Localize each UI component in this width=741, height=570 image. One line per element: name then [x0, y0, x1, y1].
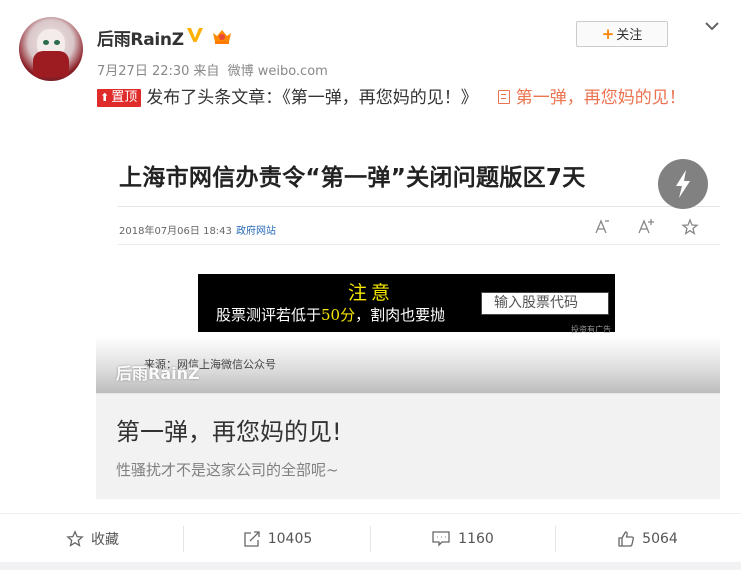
vip-crown-icon — [213, 30, 231, 44]
repost-count: 10405 — [267, 530, 313, 547]
avatar-scarf — [33, 51, 69, 77]
follow-button[interactable]: + 关注 — [576, 21, 668, 47]
avatar[interactable] — [19, 17, 83, 81]
chevron-down-icon[interactable] — [702, 16, 722, 36]
plus-icon: + — [601, 25, 615, 43]
ad-stock-code-input: 输入股票代码 — [481, 292, 609, 315]
flash-button — [658, 159, 708, 209]
comment-count: 1160 — [458, 530, 494, 547]
favorite-button[interactable]: 收藏 — [0, 514, 185, 563]
action-bar: 收藏 10405 1160 5064 — [0, 513, 741, 562]
favorite-label: 收藏 — [91, 531, 119, 548]
watermark: 后雨RainZ — [116, 364, 200, 383]
lightning-icon — [676, 170, 690, 198]
font-decrease-icon — [595, 219, 609, 234]
ad-disclaimer: 投资有广告 — [571, 325, 611, 334]
article-link[interactable]: 第一弹，再您妈的见！ — [516, 88, 686, 108]
divider — [183, 526, 184, 552]
user-name[interactable]: 后雨RainZ — [97, 25, 184, 50]
post-from-label: 来自 — [193, 64, 220, 79]
cover-headline: 上海市网信办责令“第一弹”关闭问题版区7天 — [119, 165, 586, 191]
star-icon — [66, 529, 84, 547]
thumbs-up-icon — [618, 530, 635, 547]
like-count: 5064 — [642, 530, 678, 547]
post-meta: 7月27日 22:30 来自 微博 weibo.com — [97, 60, 332, 79]
avatar-eye-left — [43, 40, 49, 45]
cover-date: 2018年07月06日 18:43 — [119, 226, 232, 237]
ad-text-after: ，割肉也要抛 — [355, 306, 446, 324]
ad-headline: 注意 — [348, 282, 395, 304]
comment-button[interactable]: 1160 — [370, 514, 555, 563]
cover-divider — [118, 206, 720, 207]
pinned-badge: ⬆ 置顶 — [97, 89, 142, 107]
star-icon — [681, 218, 699, 235]
share-icon — [244, 530, 260, 547]
pin-label: 置顶 — [111, 90, 138, 105]
feed-separator — [0, 562, 741, 570]
follow-label: 关注 — [616, 28, 643, 43]
cover-divider-2 — [118, 244, 720, 245]
post-body: 发布了头条文章：《第一弹，再您妈的见！》 — [146, 88, 478, 108]
comment-icon — [432, 530, 450, 547]
post-text: ⬆ 置顶 发布了头条文章：《第一弹，再您妈的见！》 第一弹，再您妈的见！ — [97, 84, 717, 112]
font-increase-icon — [638, 219, 654, 234]
article-card[interactable]: 上海市网信办责令“第一弹”关闭问题版区7天 2018年07月06日 18:43 … — [96, 146, 720, 499]
article-description: 性骚扰才不是这家公司的全部呢~ — [116, 461, 339, 479]
ad-text-highlight: 50分 — [321, 306, 356, 324]
article-title[interactable]: 第一弹，再您妈的见! — [116, 412, 342, 447]
post-time[interactable]: 7月27日 22:30 — [97, 64, 189, 79]
post-source[interactable]: 微博 weibo.com — [228, 64, 328, 79]
pin-up-icon: ⬆ — [100, 91, 110, 104]
cover-source: 政府网站 — [236, 226, 276, 237]
ad-text-before: 股票测评若低于 — [216, 306, 322, 324]
repost-button[interactable]: 10405 — [185, 514, 370, 563]
article-icon — [497, 90, 510, 104]
like-button[interactable]: 5064 — [555, 514, 740, 563]
ad-text: 股票测评若低于50分，割肉也要抛 — [216, 304, 445, 325]
ad-banner: 注意 股票测评若低于50分，割肉也要抛 输入股票代码 — [198, 274, 615, 332]
verified-icon — [187, 28, 203, 42]
avatar-eye-right — [54, 40, 60, 45]
article-cover: 上海市网信办责令“第一弹”关闭问题版区7天 2018年07月06日 18:43 … — [96, 146, 720, 394]
